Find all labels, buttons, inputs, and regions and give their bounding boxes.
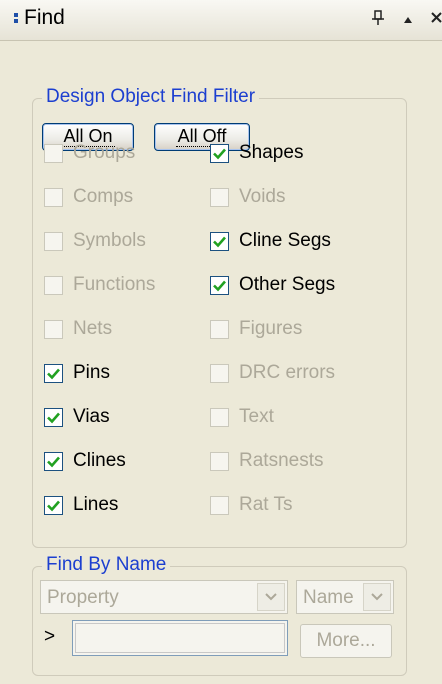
checkbox-label: Groups bbox=[73, 142, 136, 163]
ratsnests-checkbox[interactable]: Ratsnests bbox=[210, 446, 323, 476]
name-input[interactable] bbox=[72, 620, 288, 656]
other-segs-checkbox[interactable]: Other Segs bbox=[210, 270, 335, 300]
nets-checkbox[interactable]: Nets bbox=[44, 314, 112, 344]
checkbox-label: Shapes bbox=[239, 142, 304, 163]
checkbox-box bbox=[44, 187, 63, 207]
cline-segs-checkbox[interactable]: Cline Segs bbox=[210, 226, 331, 256]
checkmark-icon bbox=[47, 412, 60, 423]
drc-errors-checkbox[interactable]: DRC errors bbox=[210, 358, 335, 388]
checkbox-label: Nets bbox=[73, 318, 113, 339]
checkmark-icon bbox=[47, 456, 60, 467]
checkbox-label: Cline Segs bbox=[239, 230, 331, 251]
comps-checkbox[interactable]: Comps bbox=[44, 182, 133, 212]
checkbox-box bbox=[44, 275, 63, 295]
checkmark-icon bbox=[47, 500, 60, 511]
figures-checkbox[interactable]: Figures bbox=[210, 314, 302, 344]
checkbox-box bbox=[44, 363, 63, 383]
clines-checkbox[interactable]: Clines bbox=[44, 446, 126, 476]
checkbox-box bbox=[210, 231, 229, 251]
checkbox-label: Lines bbox=[73, 494, 119, 515]
close-icon[interactable] bbox=[428, 10, 442, 30]
panel-title: Find bbox=[24, 6, 65, 29]
name-mode-select[interactable]: Name bbox=[296, 580, 394, 614]
checkbox-label: Figures bbox=[239, 318, 303, 339]
functions-checkbox[interactable]: Functions bbox=[44, 270, 155, 300]
checkbox-box bbox=[44, 319, 63, 339]
find-by-name-legend: Find By Name bbox=[42, 554, 171, 576]
checkbox-box bbox=[210, 143, 229, 163]
checkbox-label: Voids bbox=[239, 186, 286, 207]
checkbox-label: Functions bbox=[73, 274, 156, 295]
chevron-down-icon[interactable] bbox=[363, 583, 391, 611]
checkbox-box bbox=[210, 407, 229, 427]
checkbox-label: Pins bbox=[73, 362, 110, 383]
more-button[interactable]: More... bbox=[300, 624, 392, 658]
checkbox-label: Text bbox=[239, 406, 274, 427]
groups-checkbox[interactable]: Groups bbox=[44, 138, 135, 168]
checkbox-box bbox=[210, 275, 229, 295]
collapse-icon[interactable] bbox=[400, 10, 416, 30]
voids-checkbox[interactable]: Voids bbox=[210, 182, 285, 212]
checkbox-box bbox=[210, 451, 229, 471]
vias-checkbox[interactable]: Vias bbox=[44, 402, 110, 432]
checkbox-box bbox=[210, 319, 229, 339]
checkmark-icon bbox=[213, 236, 226, 247]
pins-checkbox[interactable]: Pins bbox=[44, 358, 110, 388]
text-checkbox[interactable]: Text bbox=[210, 402, 274, 432]
checkbox-label: DRC errors bbox=[239, 362, 336, 383]
panel-titlebar: Find bbox=[0, 0, 442, 41]
checkbox-box bbox=[44, 451, 63, 471]
checkbox-box bbox=[210, 187, 229, 207]
checkbox-label: Ratsnests bbox=[239, 450, 324, 471]
checkmark-icon bbox=[213, 280, 226, 291]
checkbox-box bbox=[44, 495, 63, 515]
checkbox-label: Rat Ts bbox=[239, 494, 293, 515]
name-input-inner bbox=[75, 623, 285, 653]
checkbox-label: Vias bbox=[73, 406, 110, 427]
rat-ts-checkbox[interactable]: Rat Ts bbox=[210, 490, 293, 520]
checkbox-box bbox=[44, 407, 63, 427]
checkbox-box bbox=[44, 143, 63, 163]
lines-checkbox[interactable]: Lines bbox=[44, 490, 118, 520]
shapes-checkbox[interactable]: Shapes bbox=[210, 138, 303, 168]
drag-grip-icon[interactable] bbox=[14, 13, 18, 27]
symbols-checkbox[interactable]: Symbols bbox=[44, 226, 146, 256]
pin-icon[interactable] bbox=[370, 10, 386, 30]
command-prompt: > bbox=[44, 626, 56, 647]
checkmark-icon bbox=[213, 148, 226, 159]
find-filter-legend: Design Object Find Filter bbox=[42, 86, 260, 108]
checkbox-box bbox=[210, 495, 229, 515]
checkbox-label: Other Segs bbox=[239, 274, 336, 295]
checkbox-box bbox=[210, 363, 229, 383]
checkbox-label: Comps bbox=[73, 186, 134, 207]
checkbox-label: Clines bbox=[73, 450, 126, 471]
name-mode-value: Name bbox=[303, 587, 354, 608]
object-type-value: Property bbox=[47, 587, 119, 608]
chevron-down-icon[interactable] bbox=[257, 583, 285, 611]
checkmark-icon bbox=[47, 368, 60, 379]
object-type-select[interactable]: Property bbox=[40, 580, 288, 614]
checkbox-box bbox=[44, 231, 63, 251]
checkbox-label: Symbols bbox=[73, 230, 146, 251]
